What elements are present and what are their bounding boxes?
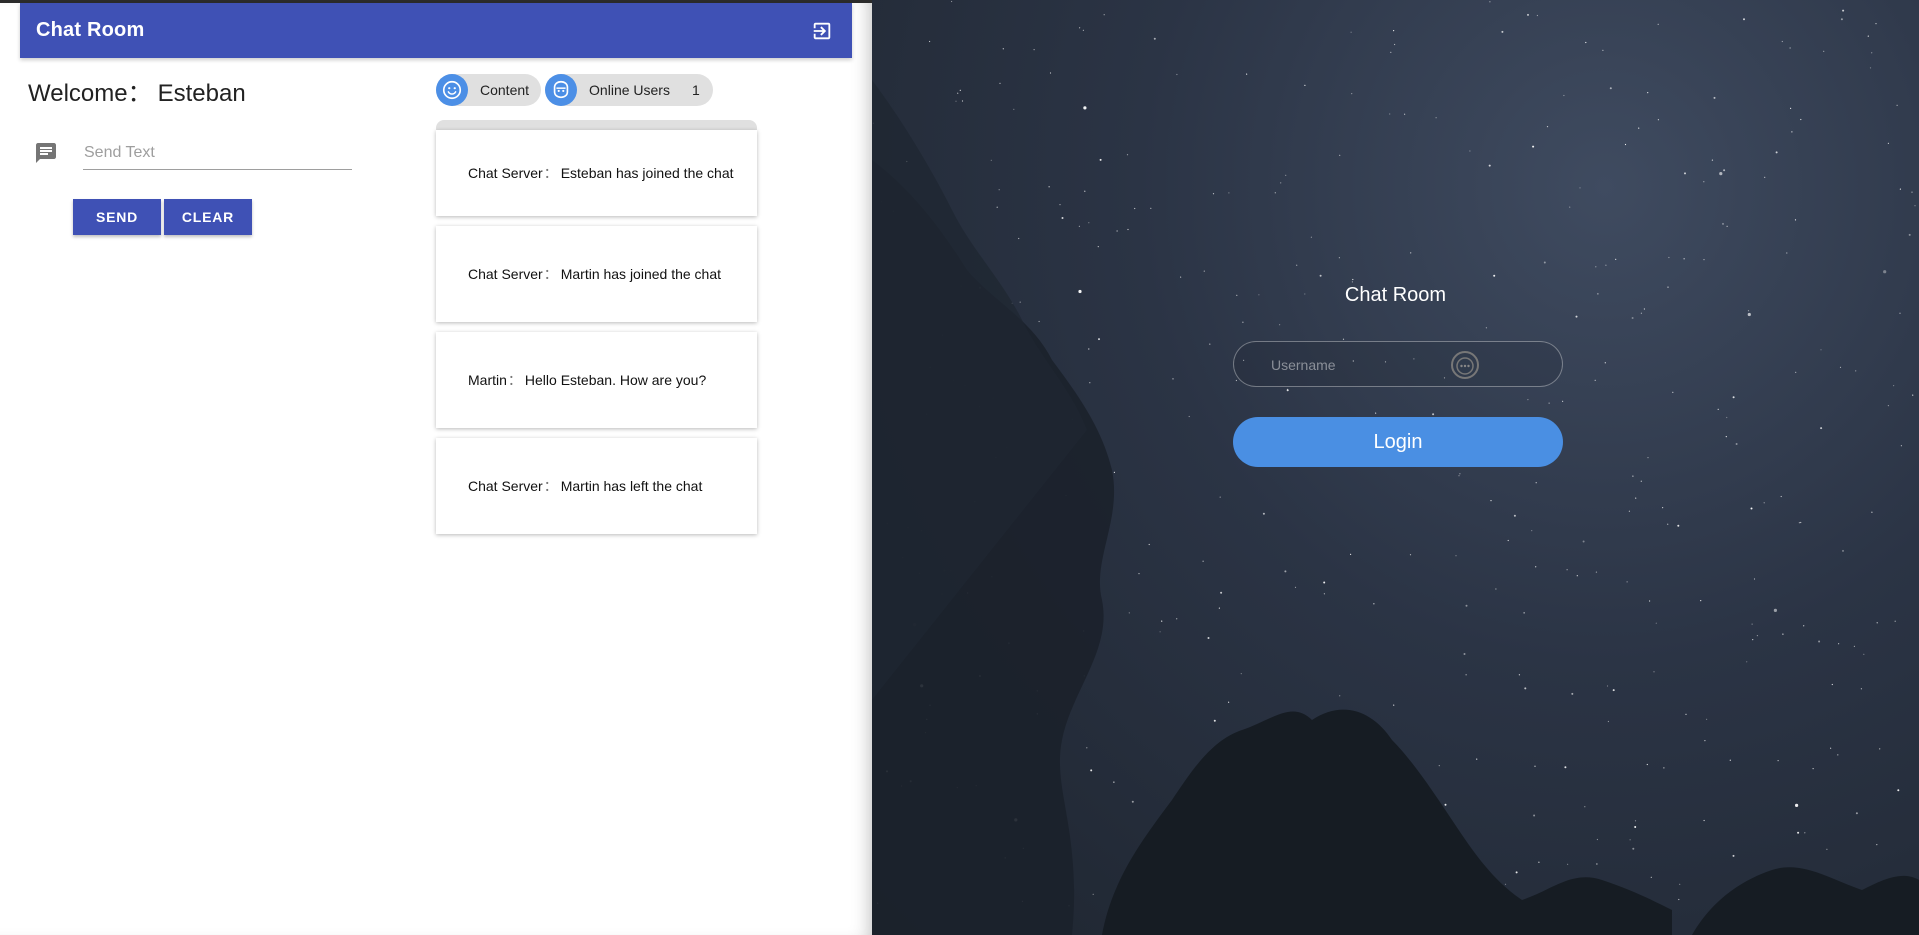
message-sender: Martin (468, 372, 507, 388)
message-text: Hello Esteban. How are you? (524, 372, 707, 388)
message-separator: ： (543, 478, 558, 494)
username-field[interactable] (1233, 341, 1563, 387)
list-item: Chat Server： Martin has joined the chat (436, 226, 757, 322)
online-users-chip[interactable]: Online Users 1 (545, 74, 713, 106)
chip-avatar (545, 74, 578, 106)
app-bar: Chat Room (20, 3, 852, 58)
list-item: Chat Server： Martin has left the chat (436, 438, 757, 534)
current-username: Esteban (157, 80, 246, 107)
tree-silhouette-background (872, 80, 1919, 935)
send-text-input[interactable] (83, 140, 352, 170)
exit-button[interactable] (808, 17, 836, 45)
exit-to-app-icon (813, 22, 831, 39)
message-text: Esteban has joined the chat (560, 165, 734, 181)
login-button[interactable]: Login (1233, 417, 1563, 467)
online-users-chip-label: Online Users (589, 82, 670, 98)
login-title: Chat Room (1344, 284, 1447, 306)
message-icon (36, 143, 56, 163)
message-text: Martin has left the chat (560, 478, 703, 494)
screen: Chat Room Welcome：Esteban SEND CLEAR (0, 0, 1919, 935)
list-header-bar (436, 120, 757, 130)
message-separator: ： (543, 266, 558, 282)
chat-window: Chat Room Welcome：Esteban SEND CLEAR (0, 0, 872, 935)
chip-bar: Content Online Users 1 (436, 74, 713, 106)
message-sender: Chat Server (468, 266, 543, 282)
list-item: Chat Server： Esteban has joined the chat (436, 130, 757, 216)
message-list: Chat Server： Esteban has joined the chat … (436, 120, 757, 544)
content-chip[interactable]: Content (436, 74, 542, 106)
message-text: Martin has joined the chat (560, 266, 722, 282)
message-separator: ： (543, 165, 558, 181)
chip-avatar (436, 74, 468, 106)
message-sender: Chat Server (468, 165, 543, 181)
clear-button[interactable]: CLEAR (164, 199, 252, 235)
list-item: Martin： Hello Esteban. How are you? (436, 332, 757, 428)
smiley-face-icon (442, 80, 462, 100)
online-users-count: 1 (691, 82, 700, 98)
welcome-label: Welcome： (28, 80, 152, 107)
password-key-icon (1451, 351, 1479, 379)
app-title: Chat Room (36, 19, 145, 41)
welcome-heading: Welcome： Esteban (28, 73, 246, 108)
robot-face-icon (553, 80, 569, 99)
content-chip-label: Content (480, 82, 530, 98)
message-sender: Chat Server (468, 478, 543, 494)
message-separator: ： (507, 372, 522, 388)
send-button[interactable]: SEND (73, 199, 161, 235)
login-window: Chat Room Login (872, 0, 1919, 935)
username-input[interactable] (1269, 352, 1473, 378)
